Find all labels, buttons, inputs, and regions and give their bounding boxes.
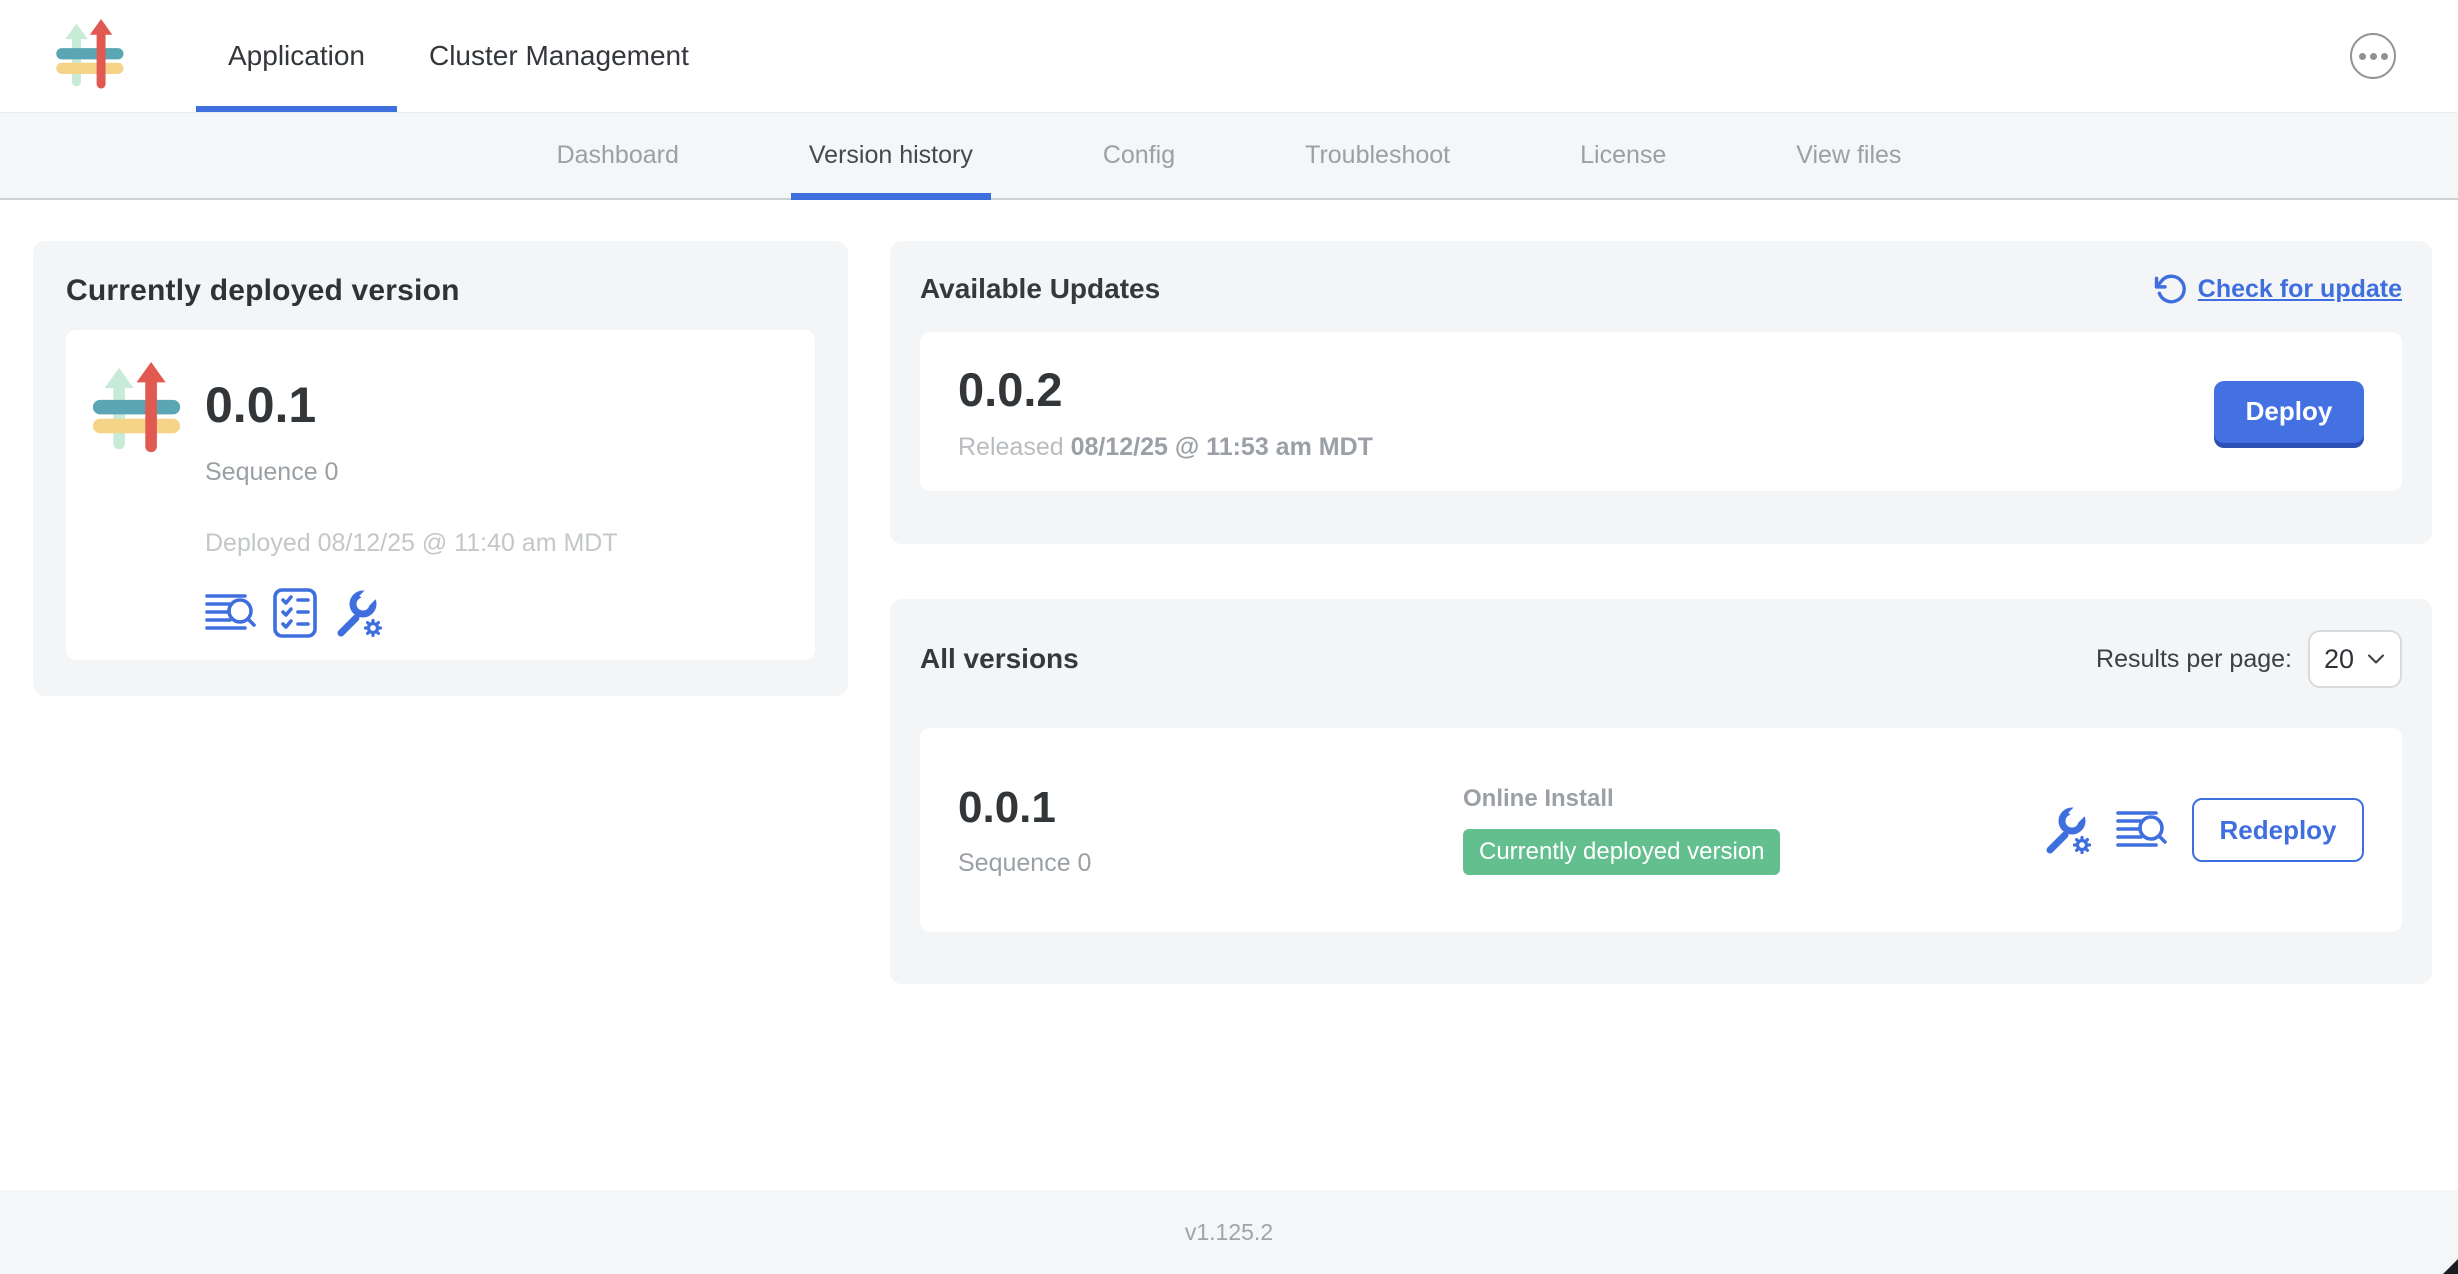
tab-dashboard[interactable]: Dashboard <box>539 113 697 198</box>
version-row-status: Online Install Currently deployed versio… <box>1463 785 2042 875</box>
available-updates-header: Available Updates Check for update <box>920 272 2402 306</box>
all-versions-title: All versions <box>920 643 1079 675</box>
tab-license[interactable]: License <box>1562 113 1684 198</box>
config-icon[interactable] <box>2042 805 2092 855</box>
tab-application[interactable]: Application <box>196 0 397 112</box>
corner-wedge <box>2443 1259 2458 1274</box>
row-version-number: 0.0.1 <box>958 783 1463 833</box>
released-timestamp: 08/12/25 @ 11:53 am MDT <box>1071 433 1373 461</box>
tab-config[interactable]: Config <box>1085 113 1193 198</box>
version-row-info: 0.0.1 Sequence 0 <box>958 783 1463 878</box>
app-logo-arrows-icon <box>56 19 126 93</box>
tab-view-files[interactable]: View files <box>1778 113 1919 198</box>
update-released-line: Released 08/12/25 @ 11:53 am MDT <box>958 433 1373 462</box>
deployed-version-logo <box>91 362 185 458</box>
currently-deployed-title: Currently deployed version <box>66 274 815 308</box>
currently-deployed-inner-card: 0.0.1 Sequence 0 Deployed 08/12/25 @ 11:… <box>66 330 815 660</box>
update-info: 0.0.2 Released 08/12/25 @ 11:53 am MDT <box>958 362 1373 462</box>
refresh-icon <box>2153 272 2187 306</box>
tab-cluster-management[interactable]: Cluster Management <box>397 0 721 112</box>
deployed-actions <box>205 588 618 638</box>
results-per-page-value: 20 <box>2324 644 2354 675</box>
currently-deployed-card: Currently deployed version 0.0.1 Sequenc… <box>33 241 848 696</box>
top-nav: Application Cluster Management <box>0 0 2458 113</box>
chevron-down-icon <box>2366 652 2386 666</box>
check-for-update-link[interactable]: Check for update <box>2153 272 2402 306</box>
right-column: Available Updates Check for update 0.0.2… <box>890 241 2432 984</box>
config-icon[interactable] <box>333 588 383 638</box>
deploy-button[interactable]: Deploy <box>2214 381 2364 443</box>
results-per-page-label: Results per page: <box>2096 645 2292 674</box>
released-label: Released <box>958 433 1064 461</box>
main-content: Currently deployed version 0.0.1 Sequenc… <box>0 200 2458 1190</box>
all-versions-header: All versions Results per page: 20 <box>920 630 2402 688</box>
results-per-page-select[interactable]: 20 <box>2308 630 2402 688</box>
all-versions-card: All versions Results per page: 20 0.0.1 … <box>890 599 2432 984</box>
row-sequence: Sequence 0 <box>958 849 1463 878</box>
version-row: 0.0.1 Sequence 0 Online Install Currentl… <box>920 728 2402 932</box>
available-updates-title: Available Updates <box>920 273 1160 305</box>
topnav-spacer <box>721 0 2350 112</box>
redeploy-button[interactable]: Redeploy <box>2192 798 2364 862</box>
tab-application-label: Application <box>228 40 365 72</box>
app-logo-arrows-icon <box>91 362 185 458</box>
update-version-number: 0.0.2 <box>958 362 1373 417</box>
footer: v1.125.2 <box>0 1190 2458 1274</box>
console-version: v1.125.2 <box>1185 1219 1273 1246</box>
available-updates-card: Available Updates Check for update 0.0.2… <box>890 241 2432 544</box>
version-row-actions: Redeploy <box>2042 798 2364 862</box>
app-logo <box>56 19 126 93</box>
overflow-menu-button[interactable] <box>2350 33 2396 79</box>
app-sub-nav: Dashboard Version history Config Trouble… <box>0 113 2458 200</box>
update-row: 0.0.2 Released 08/12/25 @ 11:53 am MDT D… <box>920 332 2402 491</box>
tab-version-history[interactable]: Version history <box>791 113 991 198</box>
deployed-timestamp: Deployed 08/12/25 @ 11:40 am MDT <box>205 529 618 558</box>
tab-cluster-management-label: Cluster Management <box>429 40 689 72</box>
release-notes-icon[interactable] <box>205 590 257 636</box>
deployed-version-number: 0.0.1 <box>205 376 618 434</box>
deployed-sequence: Sequence 0 <box>205 458 618 487</box>
tab-troubleshoot[interactable]: Troubleshoot <box>1287 113 1468 198</box>
release-notes-icon[interactable] <box>2116 807 2168 853</box>
ellipsis-icon <box>2359 53 2366 60</box>
results-per-page: Results per page: 20 <box>2096 630 2402 688</box>
check-for-update-label: Check for update <box>2198 275 2402 304</box>
currently-deployed-badge: Currently deployed version <box>1463 829 1780 875</box>
preflight-checks-icon[interactable] <box>273 588 317 638</box>
install-type-label: Online Install <box>1463 785 2042 813</box>
deployed-version-info: 0.0.1 Sequence 0 Deployed 08/12/25 @ 11:… <box>205 360 618 630</box>
